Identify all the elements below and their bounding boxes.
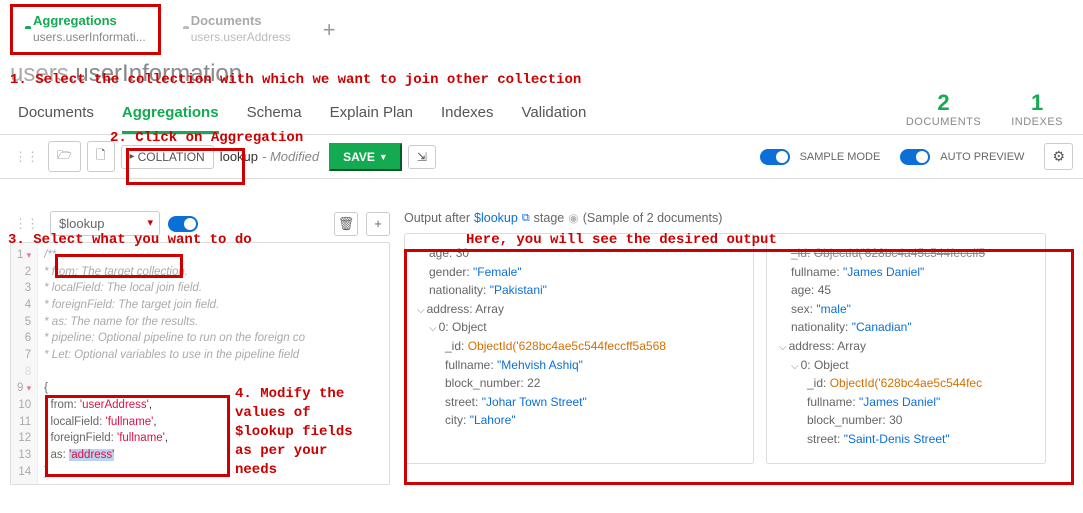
export-button[interactable]: ⇲ <box>408 145 436 169</box>
doc-card: age: 30 gender: "Female" nationality: "P… <box>404 233 754 464</box>
plus-icon: + <box>374 216 382 231</box>
stat-indexes: 1 INDEXES <box>1011 90 1063 128</box>
tab-documents-inactive[interactable]: Documents users.userAddress <box>171 7 303 51</box>
sample-mode-toggle[interactable] <box>760 149 790 165</box>
annotation-2: 2. Click on Aggregation <box>110 130 303 146</box>
auto-preview-toggle[interactable] <box>900 149 930 165</box>
external-link-icon: ⧉ <box>522 212 530 225</box>
tab-subtitle: users.userInformati... <box>33 30 146 46</box>
export-icon: ⇲ <box>417 150 427 164</box>
annotation-1: 1. Select the collection with which we w… <box>10 72 581 88</box>
tab-explain[interactable]: Explain Plan <box>330 104 413 134</box>
annotation-3: 3. Select what you want to do <box>8 232 252 248</box>
annotation-4: 4. Modify the values of $lookup fields a… <box>235 385 353 479</box>
collection-stats: 2 DOCUMENTS 1 INDEXES <box>906 90 1063 128</box>
collation-button[interactable]: ▸COLLATION <box>121 145 214 169</box>
add-stage-button[interactable]: + <box>366 212 390 236</box>
info-icon: ◉ <box>568 211 578 225</box>
annotation-5: Here, you will see the desired output <box>466 232 777 248</box>
folder-open-icon: 🗁 <box>57 146 72 167</box>
auto-preview-label: AUTO PREVIEW <box>940 151 1024 163</box>
tab-title: Documents <box>191 13 291 30</box>
output-panel: Output after $lookup⧉ stage ◉ (Sample of… <box>404 211 1073 485</box>
delete-stage-button[interactable]: 🗑 <box>334 212 358 236</box>
sample-mode-label: SAMPLE MODE <box>800 151 881 163</box>
tab-subtitle: users.userAddress <box>191 30 291 46</box>
open-pipeline-button[interactable]: 🗁 <box>48 141 81 172</box>
tab-aggregations[interactable]: Aggregations users.userInformati... <box>10 4 161 54</box>
stage-drag-handle[interactable]: ⋮⋮ <box>10 216 42 232</box>
stage-name-link[interactable]: $lookup <box>474 211 518 225</box>
pipeline-name: lookup- Modified <box>220 149 323 164</box>
line-gutter: 1 ▾23456789 ▾1011121314 <box>11 243 38 484</box>
caret-down-icon: ▼ <box>379 152 388 162</box>
expand-icon[interactable]: ⌵ <box>791 361 799 372</box>
tab-title: Aggregations <box>33 13 146 30</box>
stage-enabled-toggle[interactable] <box>168 216 198 232</box>
drag-handle-icon[interactable]: ⋮⋮ <box>10 149 42 165</box>
expand-icon[interactable]: ⌵ <box>429 323 437 334</box>
tab-documents[interactable]: Documents <box>18 104 94 134</box>
stat-documents: 2 DOCUMENTS <box>906 90 981 128</box>
expand-icon[interactable]: ⌵ <box>417 305 425 316</box>
save-button[interactable]: SAVE▼ <box>329 143 402 171</box>
tab-indexes[interactable]: Indexes <box>441 104 494 134</box>
gear-icon: ⚙ <box>1052 148 1065 164</box>
doc-card: _id: ObjectId('628bc4a45c544feccff5 full… <box>766 233 1046 464</box>
output-cards: age: 30 gender: "Female" nationality: "P… <box>404 233 1073 464</box>
trash-icon: 🗑 <box>338 216 355 232</box>
top-tabs: Aggregations users.userInformati... Docu… <box>0 0 1083 56</box>
plus-icon: 🗋 <box>96 146 106 167</box>
expand-icon[interactable]: ⌵ <box>779 342 787 353</box>
tab-validation[interactable]: Validation <box>522 104 587 134</box>
settings-button[interactable]: ⚙ <box>1044 143 1073 170</box>
output-header: Output after $lookup⧉ stage ◉ (Sample of… <box>404 211 1073 225</box>
add-tab-button[interactable]: + <box>313 17 346 43</box>
